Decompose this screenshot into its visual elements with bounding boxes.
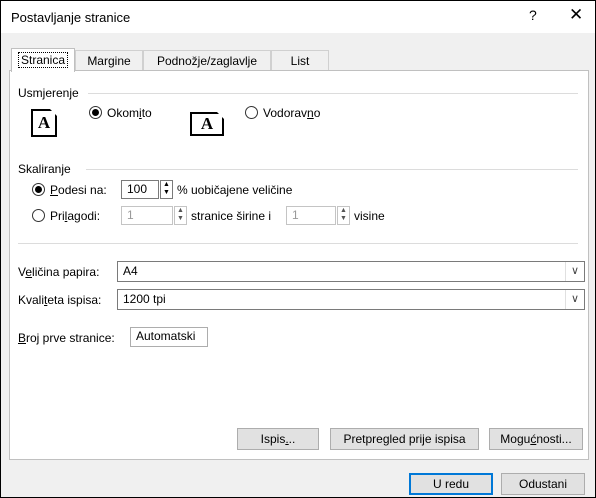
preview-accesskey: g [382,432,390,446]
scaling-divider [86,169,578,170]
spin-up-icon[interactable]: ▲ [163,181,170,188]
pages-wide-suffix: stranice širine i [191,209,272,223]
fit-label-post: agodi: [67,209,101,223]
page-fold-icon [50,109,57,116]
page-setup-dialog: Postavljanje stranice ? ✕ Stranica Margi… [0,0,596,498]
scaling-group-label: Skaliranje [18,162,71,176]
preview-label-post: led prije ispisa [389,432,466,446]
landscape-accesskey: n [307,106,314,120]
landscape-radio[interactable] [245,106,258,119]
tab-page-label: Stranica [17,52,69,68]
paper-size-value: A4 [123,264,138,278]
adjust-accesskey: P [50,183,59,197]
first-page-number-label: Broj prve stranice: [18,331,115,345]
radio-selected-dot [35,186,42,193]
section-divider [18,243,578,244]
scale-percent-input[interactable]: 100 [121,180,159,199]
portrait-icon-letter: A [37,113,51,132]
tab-header-footer[interactable]: Podnožje/zaglavlje [143,50,271,71]
fit-to-radio[interactable] [32,209,45,222]
spin-down-icon[interactable]: ▼ [163,189,170,196]
print-label-post: .. [288,432,296,446]
landscape-label-post: o [313,106,321,120]
paper-size-label-post: ličina papira: [32,265,100,279]
landscape-page-icon: A [190,112,224,136]
portrait-page-icon: A [31,109,57,137]
title-bar: Postavljanje stranice ? ✕ [1,1,595,33]
fit-pages-tall-input[interactable]: 1 [286,206,336,225]
close-icon[interactable]: ✕ [569,5,583,25]
options-label-pre: Mogu [500,432,531,446]
fit-wide-spinner[interactable]: ▲ ▼ [174,206,187,225]
fit-to-label[interactable]: Prilagodi: [50,209,100,223]
paper-size-label: Veličina papira: [18,265,99,279]
print-preview-button[interactable]: Pretpregled prije ispisa [330,428,479,450]
chevron-down-icon[interactable]: ∨ [565,290,584,309]
landscape-label[interactable]: Vodoravno [263,106,320,120]
spin-up-icon[interactable]: ▲ [177,207,184,214]
print-quality-value: 1200 tpi [123,292,166,306]
page-fold-icon [217,112,224,119]
tab-page[interactable]: Stranica [11,48,75,72]
first-page-accesskey: B [18,331,27,345]
portrait-label-pre: Okom [107,106,140,120]
cancel-button[interactable]: Odustani [501,473,585,495]
print-quality-label-pre: Kvali [18,293,45,307]
print-quality-label-post: eta ispisa: [47,293,102,307]
scale-spinner[interactable]: ▲ ▼ [160,180,173,199]
scale-percent-suffix: % uobičajene veličine [177,183,293,197]
radio-selected-dot [92,109,99,116]
portrait-label-post: to [141,106,152,120]
first-page-number-input[interactable]: Automatski [130,327,208,347]
spin-down-icon[interactable]: ▼ [177,215,184,222]
spin-up-icon[interactable]: ▲ [340,207,347,214]
print-label-pre: Ispis [260,432,286,446]
adjust-to-label[interactable]: Podesi na: [50,183,107,197]
fit-label-pre: Pri [50,209,65,223]
adjust-label-post: odesi na: [58,183,107,197]
dialog-title: Postavljanje stranice [11,10,131,25]
adjust-to-radio[interactable] [32,183,45,196]
portrait-radio[interactable] [89,106,102,119]
print-quality-label: Kvaliteta ispisa: [18,293,101,307]
print-button[interactable]: Ispis... [237,428,319,450]
options-button[interactable]: Mogućnosti... [489,428,583,450]
first-page-label-post: roj prve stranice: [26,331,115,345]
portrait-label[interactable]: Okomito [107,106,152,120]
orientation-divider [88,93,578,94]
spin-down-icon[interactable]: ▼ [340,215,347,222]
print-quality-select[interactable]: 1200 tpi ∨ [117,289,585,310]
options-label-post: nosti... [536,432,572,446]
help-button[interactable]: ? [529,7,537,23]
ok-button[interactable]: U redu [409,473,493,495]
fit-pages-wide-input[interactable]: 1 [121,206,173,225]
tab-sheet[interactable]: List [271,50,329,71]
landscape-label-pre: Vodorav [263,106,308,120]
tab-margins[interactable]: Margine [75,50,143,71]
landscape-icon-letter: A [200,114,214,133]
chevron-down-icon[interactable]: ∨ [565,262,584,281]
tab-panel-page: Usmjerenje A Okomito A Vodoravno Skalira… [9,70,589,460]
orientation-group-label: Usmjerenje [18,86,79,100]
paper-size-select[interactable]: A4 ∨ [117,261,585,282]
fit-tall-spinner[interactable]: ▲ ▼ [337,206,350,225]
pages-tall-suffix: visine [354,209,385,223]
preview-label-pre: Pretpre [343,432,383,446]
